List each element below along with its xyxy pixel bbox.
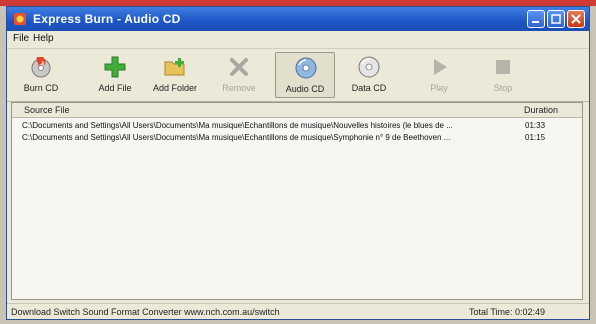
play-label: Play	[430, 83, 448, 93]
data-cd-button[interactable]: Data CD	[339, 52, 399, 98]
plus-icon	[104, 56, 126, 78]
file-duration: 01:15	[525, 133, 546, 142]
stop-icon	[496, 60, 510, 74]
column-duration[interactable]: Duration	[524, 105, 558, 115]
maximize-icon	[551, 14, 561, 24]
remove-label: Remove	[222, 83, 256, 93]
status-bar: Download Switch Sound Format Converter w…	[7, 303, 589, 320]
stop-label: Stop	[493, 83, 513, 93]
minimize-button[interactable]	[527, 10, 545, 28]
menu-bar: File Help	[7, 31, 589, 47]
audio-cd-button[interactable]: Audio CD	[275, 52, 335, 98]
add-folder-label: Add Folder	[152, 83, 198, 93]
stop-button[interactable]: Stop	[473, 52, 533, 98]
total-time: Total Time: 0:02:49	[469, 307, 546, 317]
burn-cd-button[interactable]: Burn CD	[11, 52, 71, 98]
folder-add-icon	[164, 58, 185, 76]
data-cd-icon	[358, 56, 380, 78]
file-duration: 01:33	[525, 121, 546, 130]
column-source-file[interactable]: Source File	[24, 105, 70, 115]
window-title: Express Burn - Audio CD	[33, 12, 181, 26]
close-button[interactable]	[567, 10, 585, 28]
list-item[interactable]: C:\Documents and Settings\All Users\Docu…	[12, 132, 582, 144]
list-item[interactable]: C:\Documents and Settings\All Users\Docu…	[12, 120, 582, 132]
list-header: Source File Duration	[12, 103, 582, 118]
remove-button[interactable]: Remove	[209, 52, 269, 98]
audio-cd-icon	[295, 57, 317, 79]
add-folder-button[interactable]: Add Folder	[145, 52, 205, 98]
maximize-button[interactable]	[547, 10, 565, 28]
menu-file[interactable]: File	[13, 33, 29, 44]
toolbar: Burn CD Add File Add Folder Remove Audio…	[7, 48, 589, 102]
minimize-icon	[532, 21, 539, 23]
add-file-label: Add File	[98, 83, 132, 93]
close-icon	[571, 14, 581, 24]
file-list[interactable]: Source File Duration C:\Documents and Se…	[11, 102, 583, 300]
file-path: C:\Documents and Settings\All Users\Docu…	[22, 133, 451, 142]
express-burn-icon	[14, 13, 26, 25]
title-bar[interactable]: Express Burn - Audio CD	[7, 7, 589, 31]
audio-cd-label: Audio CD	[285, 84, 325, 94]
burn-cd-label: Burn CD	[23, 83, 59, 93]
burn-cd-icon	[31, 57, 51, 78]
remove-x-icon	[230, 58, 248, 76]
menu-help[interactable]: Help	[33, 33, 54, 44]
status-message: Download Switch Sound Format Converter w…	[11, 307, 280, 317]
file-path: C:\Documents and Settings\All Users\Docu…	[22, 121, 453, 130]
app-window: Express Burn - Audio CD File Help Burn C…	[6, 6, 590, 320]
play-icon	[434, 59, 447, 75]
data-cd-label: Data CD	[351, 83, 387, 93]
play-button[interactable]: Play	[409, 52, 469, 98]
add-file-button[interactable]: Add File	[85, 52, 145, 98]
